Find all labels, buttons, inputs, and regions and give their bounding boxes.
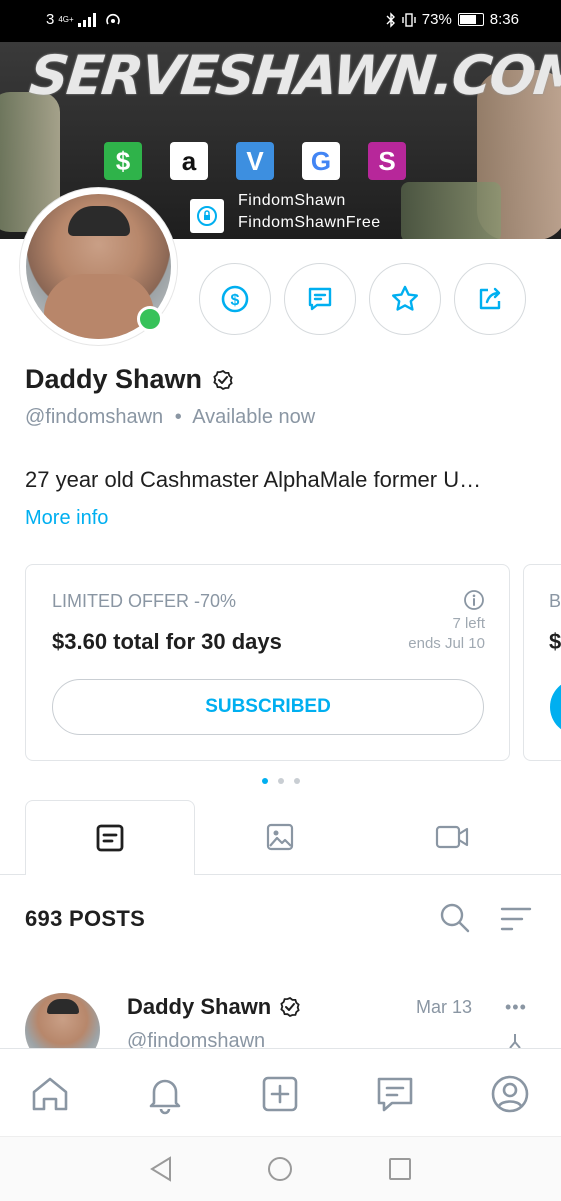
messages-icon[interactable]: [374, 1073, 416, 1115]
availability-status: Available now: [192, 406, 316, 428]
verified-icon: [280, 996, 300, 1018]
posts-count: 693 POSTS: [25, 906, 146, 931]
pin-icon: [509, 1034, 521, 1048]
more-info-link[interactable]: More info: [25, 507, 108, 530]
home-circle-icon[interactable]: [266, 1155, 294, 1183]
next-offer-button[interactable]: [550, 679, 561, 735]
back-icon[interactable]: [148, 1155, 174, 1183]
google-icon: G: [302, 142, 340, 180]
status-left: 3 4G+: [46, 11, 122, 28]
recents-icon[interactable]: [387, 1155, 413, 1183]
offer-end-date: ends Jul 10: [408, 635, 485, 652]
profile-name: Daddy Shawn: [25, 364, 234, 395]
search-icon[interactable]: [438, 901, 472, 935]
post-more-button[interactable]: •••: [505, 997, 527, 1018]
post-avatar-cap: [47, 999, 79, 1014]
signal-text: 3: [46, 11, 55, 28]
online-status-dot: [137, 306, 163, 332]
image-icon: [266, 823, 294, 851]
bluetooth-icon: [386, 11, 395, 28]
post-author-name-text: Daddy Shawn: [127, 994, 272, 1019]
clock: 8:36: [489, 11, 519, 28]
bottom-navigation: [0, 1048, 561, 1137]
content-tabs: [0, 800, 561, 875]
post-date: Mar 13: [416, 997, 473, 1017]
offer-remaining: 7 left: [452, 615, 485, 632]
carousel-dot-3[interactable]: [294, 778, 300, 784]
carousel-dots: [262, 778, 300, 784]
banner-line-1: FindomShawn: [238, 192, 346, 209]
info-icon[interactable]: [463, 589, 485, 611]
verified-icon: [213, 369, 233, 390]
amazon-icon: a: [170, 142, 208, 180]
profile-handle-line: @findomshawn • Available now: [25, 406, 315, 429]
dollar-icon: $: [221, 285, 249, 313]
carousel-dot-2[interactable]: [278, 778, 284, 784]
message-icon: [308, 287, 332, 311]
next-offer-title: B: [549, 591, 561, 611]
carousel-dot-1[interactable]: [262, 778, 268, 784]
profile-handle: @findomshawn: [25, 406, 164, 428]
venmo-icon: V: [236, 142, 274, 180]
banner-line-2: FindomShawnFree: [238, 214, 381, 231]
signal-icon: [77, 12, 96, 27]
profile-bio: 27 year old Cashmaster AlphaMale former …: [25, 467, 482, 492]
tab-photos[interactable]: [195, 800, 365, 874]
share-icon: [479, 287, 501, 310]
next-offer-price: $: [549, 629, 561, 654]
network-type: 4G+: [58, 15, 74, 24]
handle-separator: •: [174, 406, 182, 428]
tip-button[interactable]: $: [199, 263, 271, 335]
avatar-torso: [44, 274, 154, 339]
banner-cash-stack: [401, 182, 501, 239]
profile-icon[interactable]: [489, 1073, 531, 1115]
video-icon: [435, 825, 469, 849]
share-button[interactable]: [454, 263, 526, 335]
star-icon: [392, 285, 418, 311]
notifications-icon[interactable]: [144, 1073, 186, 1115]
subscribed-button[interactable]: SUBSCRIBED: [52, 679, 484, 735]
avatar-cap: [68, 206, 130, 236]
offer-price: $3.60 total for 30 days: [52, 629, 282, 654]
system-navigation-bar: [0, 1136, 561, 1201]
vibrate-icon: [402, 12, 416, 27]
add-post-icon[interactable]: [259, 1073, 301, 1115]
post-author-name[interactable]: Daddy Shawn: [127, 994, 301, 1020]
banner-payment-icons: $ a V G S: [104, 142, 406, 180]
cashapp-icon: $: [104, 142, 142, 180]
tab-videos[interactable]: [365, 800, 535, 874]
offer-title: LIMITED OFFER -70%: [52, 591, 237, 611]
subscription-offer-card: LIMITED OFFER -70% $3.60 total for 30 da…: [25, 564, 510, 761]
status-bar: 3 4G+ 73% 8:36: [0, 0, 561, 42]
posts-icon: [96, 824, 124, 852]
favorite-button[interactable]: [369, 263, 441, 335]
hotspot-icon: [105, 13, 120, 24]
battery-icon: [457, 13, 484, 26]
profile-actions: $: [199, 263, 526, 335]
battery-percent: 73%: [421, 11, 452, 28]
home-icon[interactable]: [29, 1073, 71, 1115]
profile-name-text: Daddy Shawn: [25, 364, 203, 394]
tab-posts[interactable]: [25, 800, 195, 875]
sort-icon[interactable]: [500, 905, 532, 933]
status-right: 73% 8:36: [386, 11, 519, 28]
banner-title: SERVESHAWN.COM: [26, 44, 561, 107]
banner-handles: FindomShawn FindomShawnFree: [238, 190, 381, 234]
message-button[interactable]: [284, 263, 356, 335]
stripe-icon: S: [368, 142, 406, 180]
next-offer-card[interactable]: B $: [523, 564, 561, 761]
svg-text:$: $: [231, 292, 240, 309]
onlyfans-lock-icon: [190, 199, 224, 233]
